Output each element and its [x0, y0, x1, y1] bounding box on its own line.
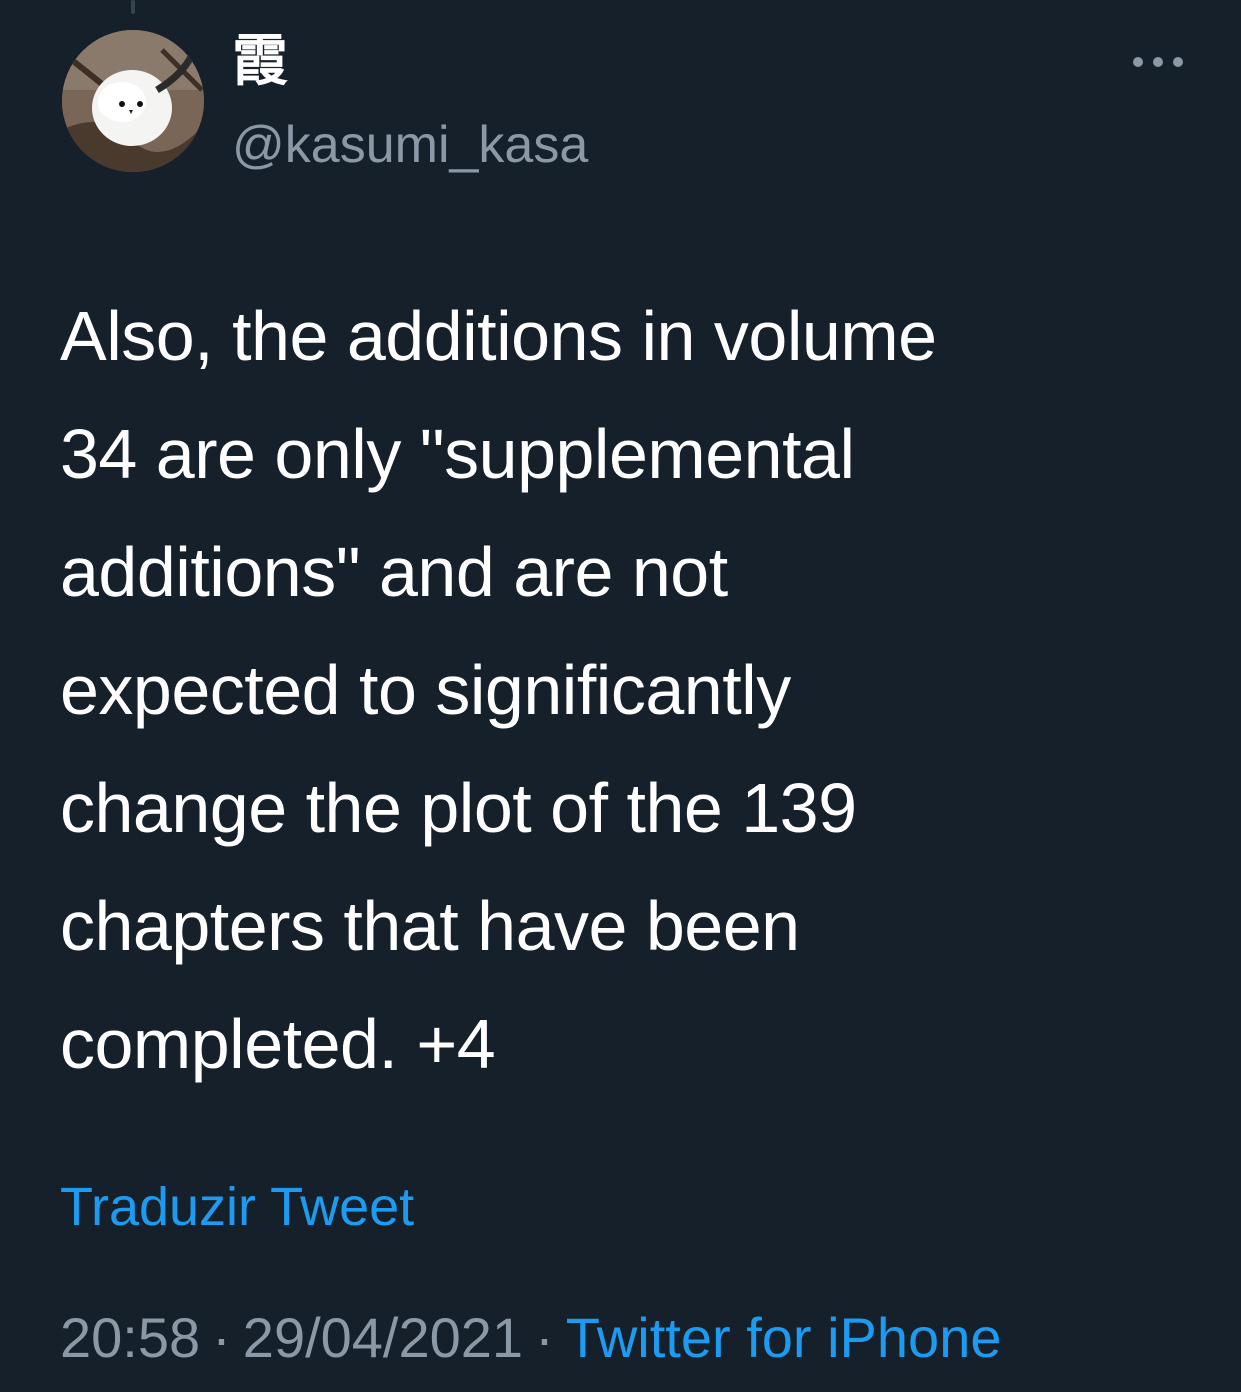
author-handle[interactable]: @kasumi_kasa	[232, 110, 588, 180]
tweet-source-link[interactable]: Twitter for iPhone	[566, 1306, 1002, 1369]
more-options-button[interactable]	[1118, 40, 1198, 84]
separator: ·	[535, 1306, 554, 1369]
translate-tweet-link[interactable]: Traduzir Tweet	[60, 1172, 414, 1242]
tweet-time: 20:58	[60, 1306, 201, 1369]
separator: ·	[212, 1306, 231, 1369]
avatar[interactable]	[62, 30, 204, 172]
author-display-name[interactable]: 霞	[232, 22, 288, 102]
more-horizontal-icon	[1133, 57, 1183, 67]
tweet-metadata: 20:58 · 29/04/2021 · Twitter for iPhone	[60, 1302, 1001, 1374]
thread-connector-line	[131, 0, 135, 14]
bird-avatar-icon	[62, 30, 204, 172]
tweet-date: 29/04/2021	[242, 1306, 524, 1369]
tweet-text: Also, the additions in volume 34 are onl…	[60, 297, 937, 1083]
